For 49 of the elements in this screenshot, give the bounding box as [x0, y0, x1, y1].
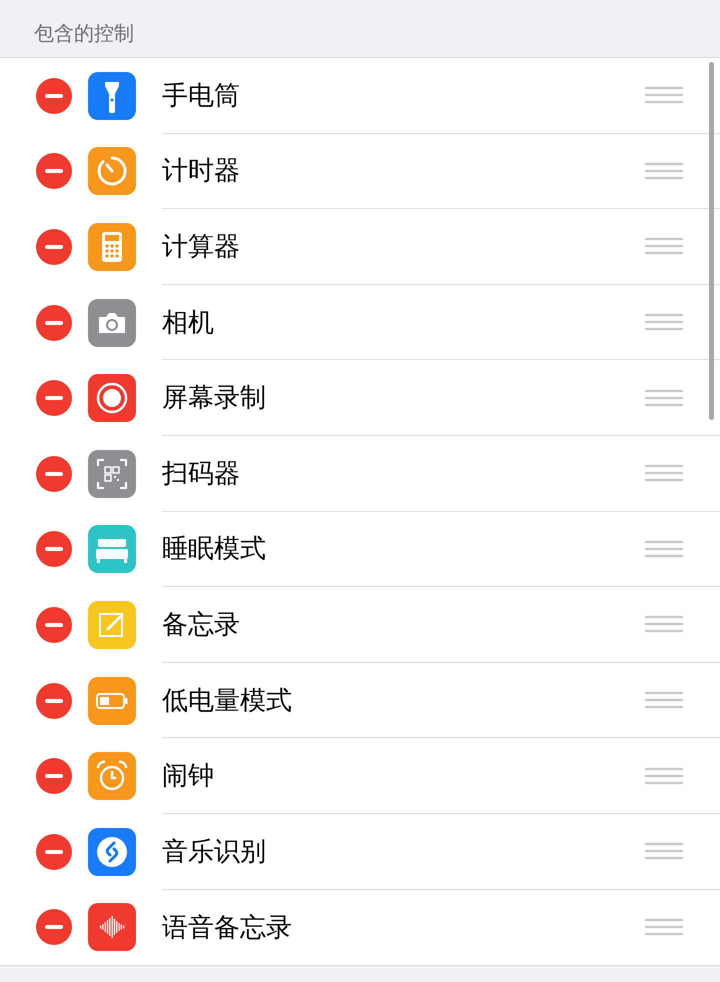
- control-label: 相机: [162, 306, 214, 340]
- drag-handle-icon[interactable]: [645, 538, 683, 559]
- control-label: 手电筒: [162, 80, 240, 113]
- remove-button[interactable]: [36, 758, 72, 794]
- remove-button[interactable]: [36, 78, 72, 114]
- remove-button[interactable]: [36, 380, 72, 416]
- remove-button[interactable]: [36, 606, 72, 643]
- timer-icon: [88, 147, 136, 196]
- control-label: 语音备忘录: [162, 912, 292, 945]
- alarm-clock-icon: [88, 752, 136, 800]
- control-label: 闹钟: [162, 760, 214, 794]
- control-label: 计时器: [162, 155, 240, 188]
- remove-button[interactable]: [36, 153, 72, 190]
- remove-button[interactable]: [36, 834, 72, 870]
- camera-icon: [88, 298, 136, 347]
- control-label: 屏幕录制: [162, 382, 266, 416]
- battery-icon: [88, 676, 136, 725]
- bed-icon: [88, 525, 136, 574]
- drag-handle-icon[interactable]: [645, 766, 683, 786]
- remove-button[interactable]: [36, 304, 72, 341]
- control-label: 计算器: [162, 230, 240, 264]
- remove-button[interactable]: [36, 531, 72, 568]
- note-pencil-icon: [88, 600, 136, 649]
- remove-button[interactable]: [36, 456, 72, 492]
- remove-button[interactable]: [36, 909, 72, 946]
- control-label: 音乐识别: [162, 836, 266, 869]
- drag-handle-icon[interactable]: [645, 85, 683, 106]
- section-header: 包含的控制: [34, 21, 134, 45]
- flashlight-icon: [88, 72, 136, 120]
- control-label: 睡眠模式: [162, 533, 266, 566]
- drag-handle-icon[interactable]: [645, 917, 683, 938]
- music-recognition-icon: [88, 828, 136, 876]
- drag-handle-icon[interactable]: [645, 614, 683, 634]
- sound-wave-icon: [88, 903, 136, 952]
- record-icon: [88, 374, 136, 422]
- drag-handle-icon[interactable]: [645, 463, 683, 484]
- qr-code-icon: [88, 450, 136, 498]
- remove-button[interactable]: [36, 228, 72, 265]
- control-label: 备忘录: [162, 608, 240, 642]
- drag-handle-icon[interactable]: [645, 388, 683, 408]
- drag-handle-icon[interactable]: [645, 841, 683, 862]
- control-label: 扫码器: [162, 458, 240, 491]
- remove-button[interactable]: [36, 682, 72, 719]
- calculator-icon: [88, 222, 136, 271]
- drag-handle-icon[interactable]: [645, 690, 683, 710]
- drag-handle-icon[interactable]: [645, 236, 683, 256]
- drag-handle-icon[interactable]: [645, 312, 683, 332]
- drag-handle-icon[interactable]: [645, 160, 683, 181]
- control-label: 低电量模式: [162, 684, 292, 718]
